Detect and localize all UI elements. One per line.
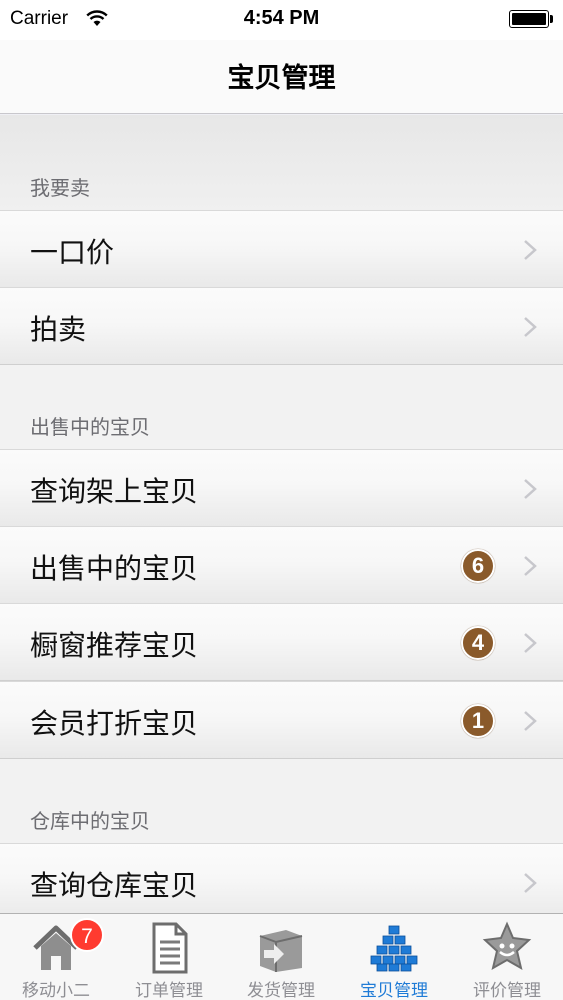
chevron-right-icon: [524, 317, 537, 337]
row-member-discount[interactable]: 会员打折宝贝 1: [0, 681, 563, 759]
navigation-bar: 宝贝管理: [0, 40, 563, 114]
row-query-warehouse[interactable]: 查询仓库宝贝: [0, 843, 563, 913]
row-label: 橱窗推荐宝贝: [30, 629, 199, 662]
row-label: 一口价: [30, 236, 115, 269]
tab-label: 订单管理: [135, 981, 203, 1000]
row-label: 出售中的宝贝: [30, 552, 199, 585]
row-auction[interactable]: 拍卖: [0, 287, 563, 365]
settings-list[interactable]: 我要卖 一口价 拍卖 出售中的宝贝 查询架上宝贝 出售中的宝贝 6 橱窗推荐宝贝…: [0, 115, 563, 913]
section-header-sell: 我要卖: [30, 176, 90, 200]
row-label: 查询架上宝贝: [30, 475, 199, 508]
row-label: 会员打折宝贝: [30, 707, 199, 740]
count-badge: 1: [461, 704, 495, 738]
count-badge: 6: [461, 549, 495, 583]
row-window-recommend[interactable]: 橱窗推荐宝贝 4: [0, 603, 563, 681]
count-badge: 4: [461, 626, 495, 660]
chevron-right-icon: [524, 240, 537, 260]
tab-home[interactable]: 7 移动小二: [0, 914, 112, 1000]
status-bar: Carrier 4:54 PM: [0, 0, 563, 40]
tab-shipping[interactable]: 发货管理: [225, 914, 337, 1000]
row-query-listed[interactable]: 查询架上宝贝: [0, 449, 563, 527]
row-label: 拍卖: [30, 313, 87, 346]
clock: 4:54 PM: [243, 7, 320, 29]
rating-star-icon: [482, 921, 532, 971]
tab-label: 宝贝管理: [360, 981, 428, 1000]
page-title: 宝贝管理: [227, 63, 336, 94]
battery-icon: [509, 10, 553, 28]
tab-orders[interactable]: 订单管理: [113, 914, 225, 1000]
section-header-on-sale: 出售中的宝贝: [30, 415, 150, 439]
tab-items[interactable]: 宝贝管理: [338, 914, 450, 1000]
tab-ratings[interactable]: 评价管理: [451, 914, 563, 1000]
chevron-right-icon: [524, 633, 537, 653]
tab-bar: 7 移动小二 订单管理 发货管理 宝贝管理 评价管理: [0, 913, 563, 1000]
blocks-icon: [370, 925, 418, 972]
tab-label: 移动小二: [22, 981, 90, 1000]
tab-label: 评价管理: [473, 981, 541, 1000]
chevron-right-icon: [524, 711, 537, 731]
row-on-sale-items[interactable]: 出售中的宝贝 6: [0, 526, 563, 604]
chevron-right-icon: [524, 556, 537, 576]
chevron-right-icon: [524, 873, 537, 893]
row-fixed-price[interactable]: 一口价: [0, 210, 563, 288]
document-icon: [152, 922, 188, 974]
tab-label: 发货管理: [247, 981, 315, 1000]
row-label: 查询仓库宝贝: [30, 869, 199, 902]
chevron-right-icon: [524, 479, 537, 499]
section-header-warehouse: 仓库中的宝贝: [30, 809, 150, 833]
notification-badge: 7: [70, 918, 104, 952]
shipping-box-icon: [259, 930, 303, 972]
